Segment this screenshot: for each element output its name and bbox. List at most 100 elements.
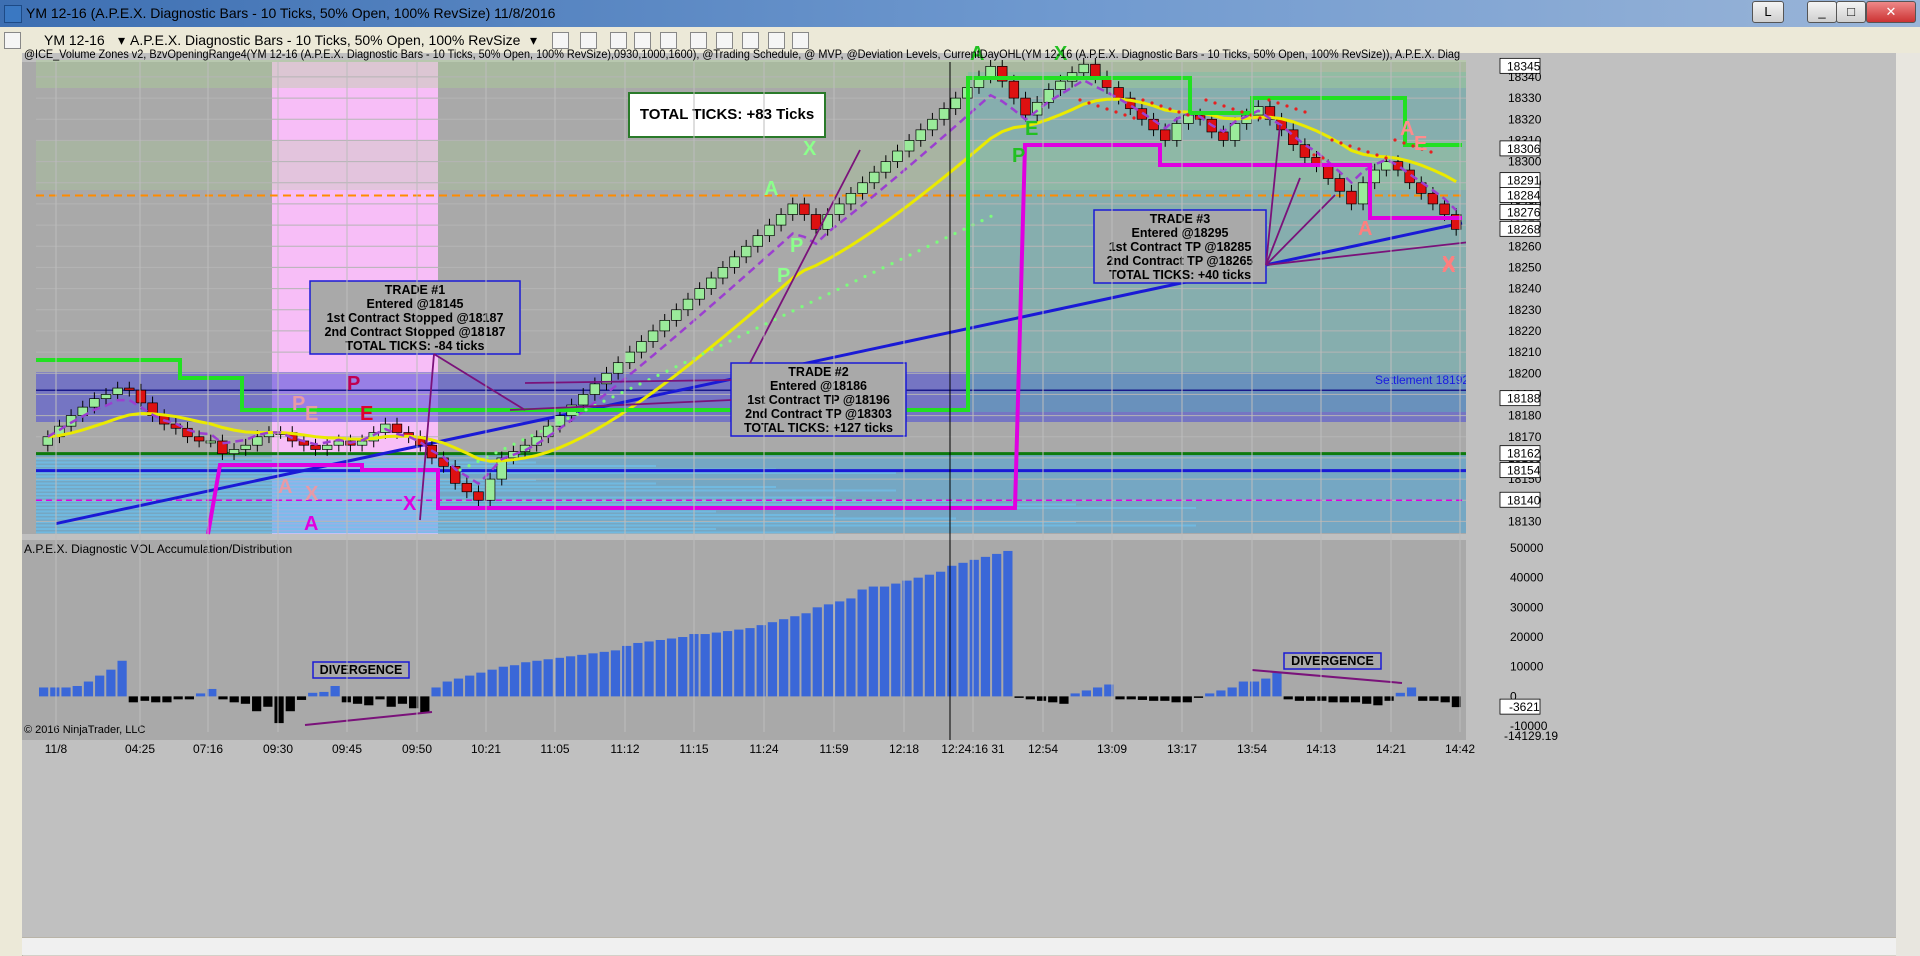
volume-bar — [173, 696, 183, 700]
volume-bar — [801, 613, 811, 697]
trailing-stop-dot — [944, 236, 948, 240]
trailing-stop-dot — [791, 309, 795, 313]
candle-body — [1381, 161, 1392, 171]
candle-body — [985, 65, 996, 78]
y-tick-label: 18320 — [1508, 112, 1542, 126]
trade-text: TOTAL TICKS: -84 ticks — [346, 339, 485, 353]
candle-body — [1439, 203, 1450, 215]
volume-bar — [823, 604, 834, 697]
trailing-stop-dot — [1321, 156, 1325, 160]
volume-bar — [879, 586, 890, 697]
trailing-stop-dot — [1078, 98, 1082, 102]
price-marker-label: 18268 — [1507, 222, 1541, 236]
volume-profile-bar — [36, 472, 896, 474]
volume-bar — [1036, 696, 1047, 701]
trailing-stop-dot — [1141, 98, 1145, 102]
price-marker-label: 18162 — [1507, 447, 1541, 461]
candle-body — [706, 277, 717, 289]
volume-bar — [1003, 550, 1013, 697]
trailing-stop-dot — [1429, 150, 1433, 154]
trailing-stop-dot — [1150, 101, 1154, 105]
trade-text: TRADE #2 — [788, 365, 848, 379]
total-ticks-text: TOTAL TICKS: +83 Ticks — [640, 106, 814, 123]
candle-body — [1171, 123, 1183, 141]
vertical-scrollbar[interactable] — [1896, 53, 1920, 956]
candle-body — [822, 214, 833, 230]
letter-marker: P — [347, 373, 360, 395]
trade-text: Entered @18145 — [367, 297, 464, 311]
trailing-stop-dot — [872, 270, 876, 274]
candle-body — [42, 436, 53, 446]
candle-body — [775, 214, 787, 226]
candle-body — [1043, 89, 1054, 103]
candle-body — [356, 440, 368, 446]
volume-bar — [543, 659, 553, 697]
volume-bar — [61, 687, 71, 697]
divergence-text: DIVERGENCE — [320, 663, 403, 677]
trailing-stop-dot — [503, 446, 507, 451]
volume-bar — [151, 696, 161, 703]
volume-bar — [577, 654, 587, 697]
volume-bar — [397, 696, 408, 704]
candle-body — [857, 182, 868, 194]
letter-marker: X — [1442, 255, 1456, 277]
y-tick-label: 18330 — [1508, 91, 1542, 105]
trade-text: 2nd Contract TP @18303 — [745, 407, 892, 421]
trailing-stop-dot — [656, 373, 660, 377]
trailing-stop-dot — [575, 412, 579, 416]
trade-text: 1st Contract Stopped @18187 — [327, 311, 504, 325]
volume-bar — [1238, 681, 1248, 697]
trailing-stop-dot — [548, 425, 552, 429]
x-tick-label: 14:42 — [1445, 742, 1475, 756]
letter-marker: A — [1358, 218, 1372, 240]
volume-bar — [308, 692, 318, 697]
x-tick-label: 07:16 — [193, 742, 223, 756]
trailing-stop-dot — [494, 451, 498, 455]
price-marker-label: 18284 — [1507, 188, 1541, 202]
trailing-stop-dot — [1231, 107, 1235, 111]
volume-bar — [857, 589, 867, 697]
trailing-stop-dot — [638, 382, 642, 386]
x-tick-label: 14:21 — [1376, 742, 1406, 756]
trailing-stop-dot — [1357, 147, 1361, 151]
volume-bar — [1160, 696, 1170, 701]
volume-bar — [532, 660, 542, 697]
volume-bar — [554, 657, 564, 697]
volume-bar — [431, 687, 441, 697]
trailing-stop-dot — [953, 231, 957, 236]
candle-body — [915, 129, 926, 141]
trailing-stop-dot — [665, 369, 669, 373]
volume-bar — [1182, 696, 1192, 703]
letter-marker: P — [790, 235, 803, 257]
settlement-label: Settlement 18192 — [1375, 373, 1469, 387]
candle-body — [1357, 182, 1369, 205]
volume-bar — [1126, 696, 1136, 700]
volume-bar — [375, 696, 385, 700]
trade-text: 2nd Contract Stopped @18187 — [325, 325, 506, 339]
trailing-stop-dot — [710, 348, 714, 352]
volume-bar — [812, 607, 822, 697]
candle-body — [589, 383, 601, 395]
trailing-stop-dot — [863, 274, 867, 279]
trailing-stop-dot — [917, 249, 921, 253]
x-tick-label: 09:50 — [402, 742, 432, 756]
trailing-stop-dot — [1267, 98, 1271, 102]
candle-body — [1334, 178, 1345, 192]
volume-bar — [1418, 696, 1428, 701]
volume-bar — [465, 675, 475, 697]
volume-bar — [992, 553, 1002, 697]
candle-body — [1008, 80, 1020, 99]
price-marker-label: 18345 — [1507, 59, 1541, 73]
volume-profile-bar — [36, 528, 716, 530]
volume-panel-title: A.P.E.X. Diagnostic VOL Accumulation/Dis… — [24, 542, 292, 556]
volume-y-tick: 10000 — [1510, 660, 1544, 674]
volume-bar — [599, 651, 609, 697]
horizontal-scrollbar[interactable] — [22, 937, 1896, 955]
x-tick-label: 13:54 — [1237, 742, 1267, 756]
candle-body — [228, 449, 240, 455]
trailing-stop-dot — [1159, 104, 1163, 108]
volume-bar — [285, 696, 295, 712]
letter-marker: A — [764, 178, 778, 200]
volume-bar — [633, 642, 643, 697]
trailing-stop-dot — [890, 262, 894, 266]
